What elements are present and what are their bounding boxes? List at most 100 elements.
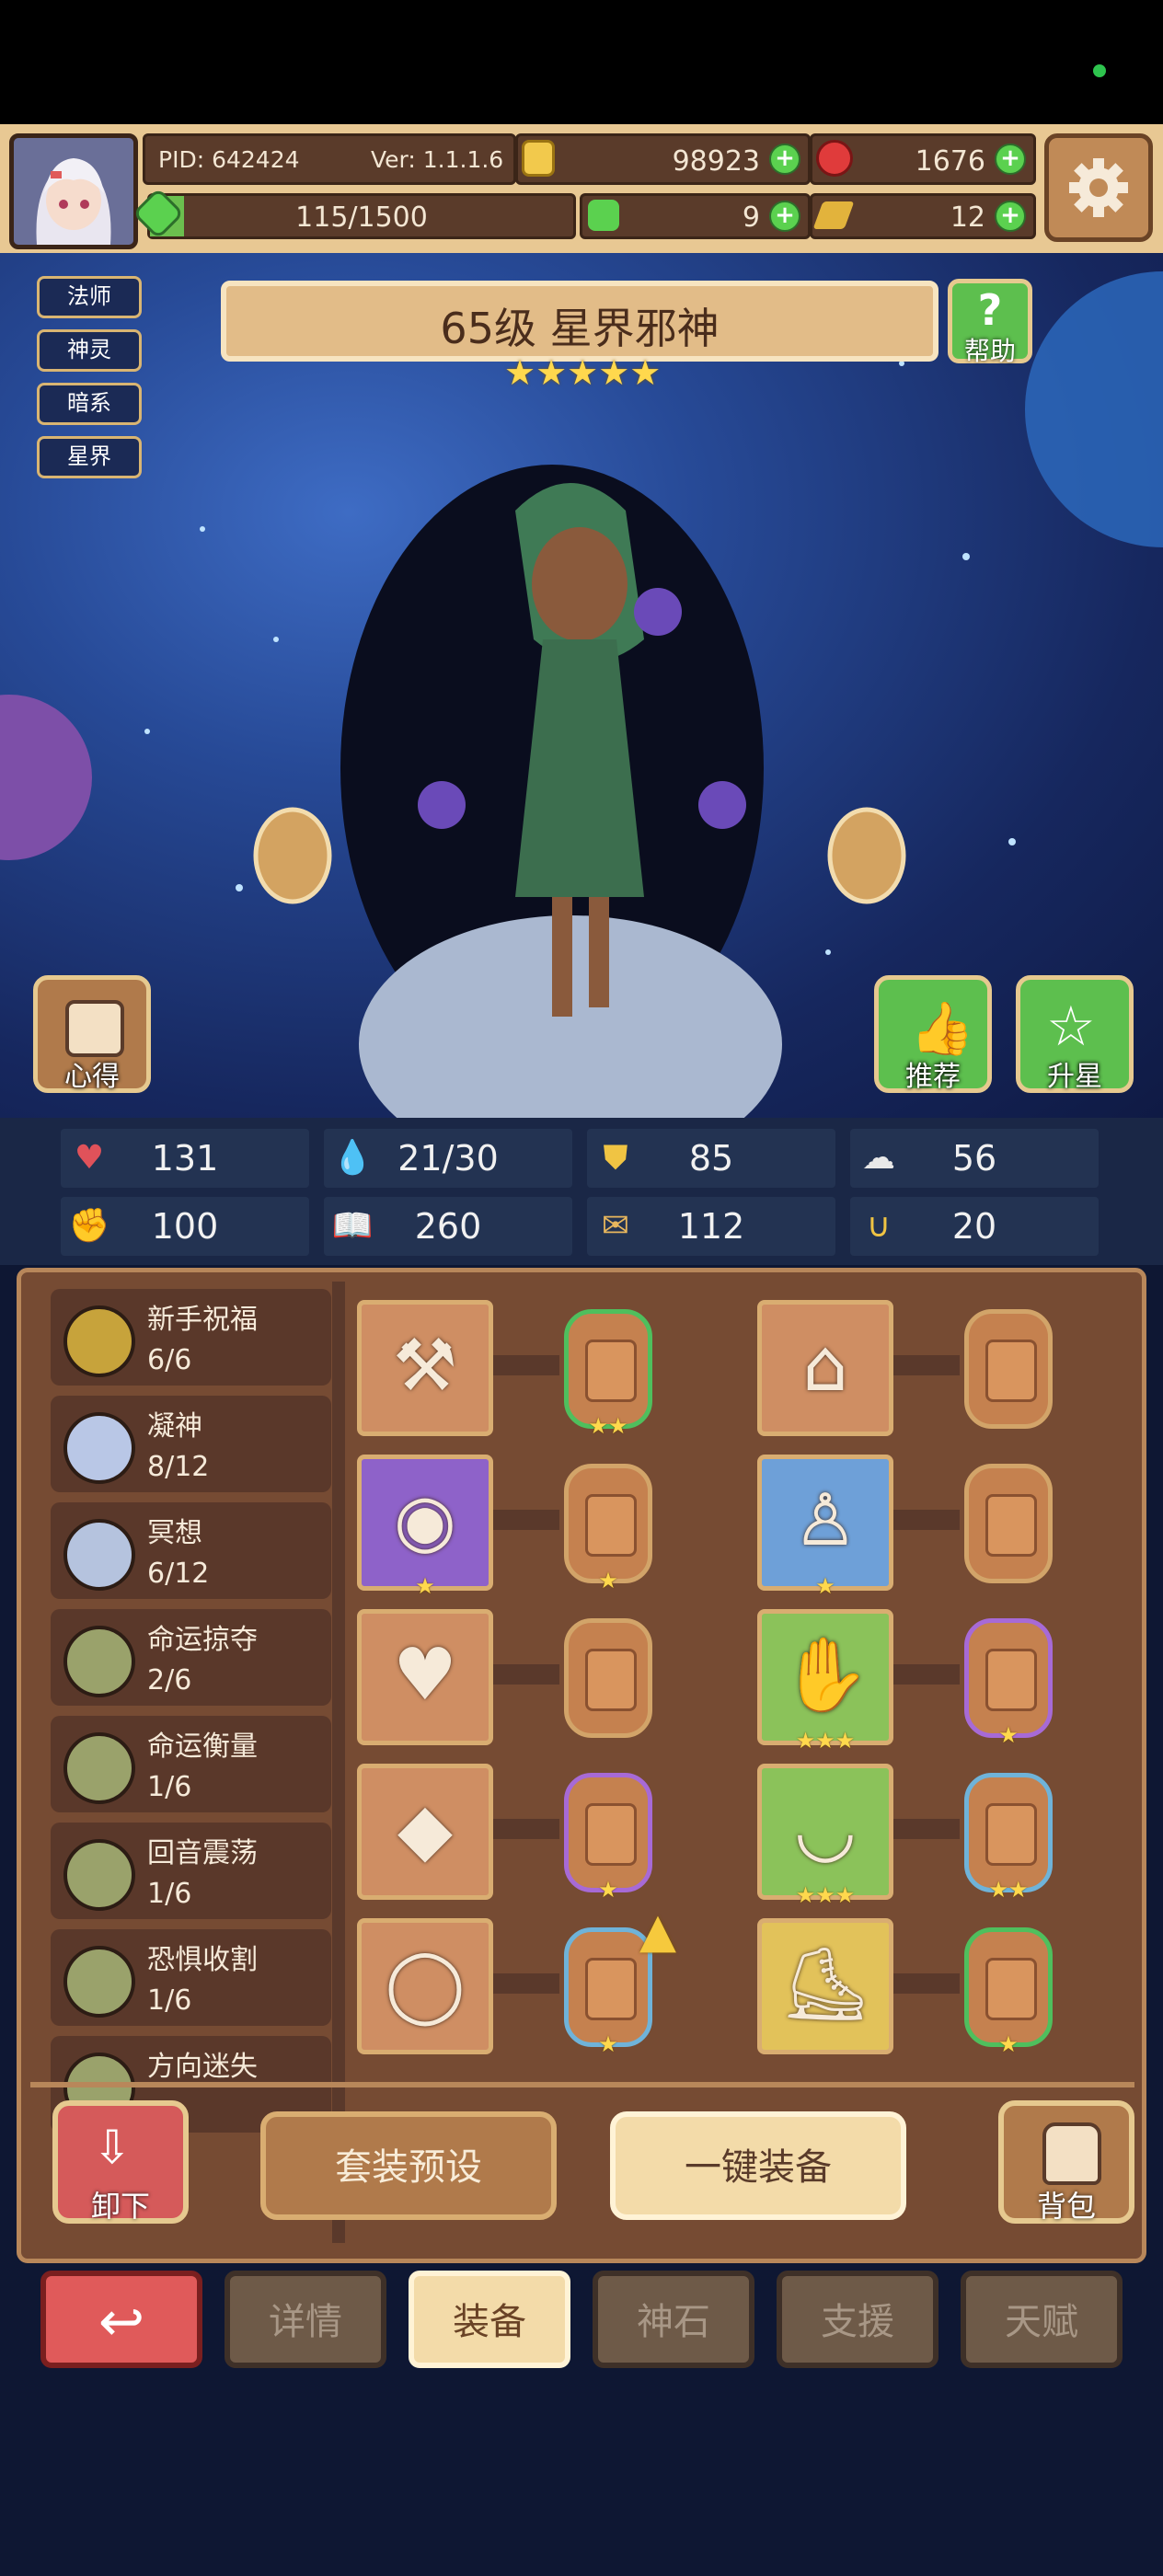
rune-stars: ★ bbox=[998, 1722, 1019, 1748]
equipment-slot-left-1[interactable]: ⚒ bbox=[357, 1300, 493, 1436]
scroll-icon: ✉ bbox=[601, 1207, 630, 1245]
add-gems-button[interactable]: + bbox=[995, 144, 1026, 175]
star-up-icon: ☆ bbox=[1046, 995, 1096, 1059]
rune-slot-left-3[interactable] bbox=[564, 1618, 652, 1738]
avatar[interactable] bbox=[9, 133, 138, 249]
set-name: 冥想 bbox=[147, 1517, 202, 1549]
gold-amount: 98923 bbox=[672, 145, 760, 178]
rune-slot-right-1[interactable] bbox=[964, 1309, 1053, 1429]
rune-stone-icon bbox=[585, 1494, 637, 1557]
top-header: PID: 642424 Ver: 1.1.1.6 98923 + 1676 + … bbox=[0, 124, 1163, 257]
equipment-slot-left-4[interactable]: ◆ bbox=[357, 1764, 493, 1900]
stat-value: 131 bbox=[151, 1138, 219, 1179]
equipment-slot-left-3[interactable]: ♥ bbox=[357, 1609, 493, 1745]
rune-slot-right-5[interactable]: ★ bbox=[964, 1927, 1053, 2057]
help-button[interactable]: ? 帮助 bbox=[948, 279, 1032, 366]
slot-connector bbox=[486, 1355, 559, 1375]
set-bonus-item[interactable]: 新手祝福 6/6 bbox=[51, 1289, 331, 1386]
equipment-slot-right-2[interactable]: ♙ ★ bbox=[757, 1455, 893, 1599]
stat-value: 20 bbox=[951, 1206, 997, 1247]
insight-button[interactable]: 心得 bbox=[33, 975, 151, 1093]
hood-icon: ⌂ bbox=[802, 1325, 848, 1408]
slot-connector bbox=[486, 1664, 559, 1685]
rune-stone-icon bbox=[585, 1958, 637, 2020]
white-dress-icon: ♙ bbox=[793, 1479, 858, 1562]
set-emblem-icon bbox=[63, 1839, 135, 1911]
set-emblem-icon bbox=[63, 1305, 135, 1377]
set-name: 恐惧收割 bbox=[147, 1944, 258, 1976]
gold-coin-icon bbox=[522, 140, 555, 177]
rune-stars: ★★ bbox=[588, 1413, 628, 1439]
set-preset-button[interactable]: 套装预设 bbox=[260, 2111, 557, 2220]
settings-button[interactable] bbox=[1044, 133, 1153, 242]
slot-connector bbox=[886, 1510, 960, 1530]
back-button[interactable]: ↩ bbox=[40, 2271, 202, 2368]
add-clover-button[interactable]: + bbox=[769, 201, 800, 232]
horseshoe-icon: ∪ bbox=[866, 1207, 892, 1245]
set-name: 新手祝福 bbox=[147, 1304, 258, 1336]
status-bar bbox=[0, 0, 1163, 124]
version-label: Ver: 1.1.1.6 bbox=[371, 146, 504, 173]
set-name: 方向迷失 bbox=[147, 2051, 258, 2083]
rune-slot-left-1[interactable]: ★★ bbox=[564, 1309, 652, 1439]
tab-3[interactable]: 神石 bbox=[593, 2271, 754, 2368]
add-gold-button[interactable]: + bbox=[769, 144, 800, 175]
key-icon bbox=[812, 201, 855, 229]
hero-star-rating: ★★★★★ bbox=[504, 352, 662, 393]
gold-box: 98923 + bbox=[515, 133, 811, 185]
set-bonus-item[interactable]: 凝神 8/12 bbox=[51, 1396, 331, 1492]
heart-amulet-icon: ♥ bbox=[393, 1634, 457, 1717]
tag-race[interactable]: 神灵 bbox=[37, 329, 142, 372]
clover-amount: 9 bbox=[742, 201, 760, 234]
upgrade-arrow-icon[interactable]: ▲ bbox=[639, 1903, 676, 1959]
rune-slot-right-4[interactable]: ★★ bbox=[964, 1773, 1053, 1903]
rune-stars: ★★ bbox=[988, 1877, 1029, 1903]
question-icon: ? bbox=[977, 285, 1003, 335]
equipment-slot-right-3[interactable]: ✋ ★★★ bbox=[757, 1609, 893, 1754]
unequip-button[interactable]: ⇩ 卸下 bbox=[52, 2100, 189, 2224]
set-bonus-item[interactable]: 回音震荡 1/6 bbox=[51, 1823, 331, 1919]
hero-title: 65级 星界邪神 bbox=[440, 304, 720, 353]
stat-spellbook: 📖 260 bbox=[324, 1197, 572, 1256]
rune-slot-left-4[interactable]: ★ bbox=[564, 1773, 652, 1903]
set-bonus-item[interactable]: 恐惧收割 1/6 bbox=[51, 1929, 331, 2026]
belt-icon: ◡ bbox=[793, 1788, 858, 1871]
rune-slot-right-2[interactable] bbox=[964, 1464, 1053, 1583]
status-indicator-dot bbox=[1093, 64, 1106, 77]
tab-4[interactable]: 支援 bbox=[777, 2271, 938, 2368]
gem-amount: 1676 bbox=[915, 145, 985, 178]
tag-realm[interactable]: 星界 bbox=[37, 436, 142, 478]
rune-stars: ★ bbox=[598, 1568, 618, 1593]
item-stars: ★★★ bbox=[795, 1728, 856, 1754]
set-bonus-item[interactable]: 冥想 6/12 bbox=[51, 1502, 331, 1599]
add-key-button[interactable]: + bbox=[995, 201, 1026, 232]
tag-element[interactable]: 暗系 bbox=[37, 383, 142, 425]
rune-slot-right-3[interactable]: ★ bbox=[964, 1618, 1053, 1748]
gem-box: 1676 + bbox=[810, 133, 1036, 185]
equipment-slot-left-5[interactable]: ◯ bbox=[357, 1918, 493, 2054]
set-emblem-icon bbox=[63, 1626, 135, 1697]
bag-button[interactable]: 背包 bbox=[998, 2100, 1134, 2224]
set-bonus-item[interactable]: 命运衡量 1/6 bbox=[51, 1716, 331, 1812]
rune-slot-left-2[interactable]: ★ bbox=[564, 1464, 652, 1593]
recommend-button[interactable]: 👍 推荐 bbox=[874, 975, 992, 1093]
auto-equip-button[interactable]: 一键装备 bbox=[610, 2111, 906, 2220]
stat-horseshoe: ∪ 20 bbox=[850, 1197, 1099, 1256]
stat-shield: ⛊ 85 bbox=[587, 1129, 835, 1188]
tab-5[interactable]: 天赋 bbox=[961, 2271, 1123, 2368]
tag-class[interactable]: 法师 bbox=[37, 276, 142, 318]
rune-stone-icon bbox=[585, 1649, 637, 1711]
equipment-slot-right-1[interactable]: ⌂ bbox=[757, 1300, 893, 1436]
equipment-slot-right-5[interactable]: ⛸ bbox=[757, 1918, 893, 2054]
equipment-slot-right-4[interactable]: ◡ ★★★ bbox=[757, 1764, 893, 1908]
hero-scene: 法师 神灵 暗系 星界 65级 星界邪神 ★★★★★ ? 帮助 心得 👍 推荐 … bbox=[0, 253, 1163, 1118]
recommend-label: 推荐 bbox=[905, 1061, 961, 1093]
tab-2[interactable]: 装备 bbox=[409, 2271, 570, 2368]
rune-stone-icon bbox=[985, 1649, 1037, 1711]
upgrade-star-button[interactable]: ☆ 升星 bbox=[1016, 975, 1134, 1093]
equipment-slot-left-2[interactable]: ◉ ★ bbox=[357, 1455, 493, 1599]
rune-stars: ★ bbox=[998, 2031, 1019, 2057]
tab-1[interactable]: 详情 bbox=[225, 2271, 386, 2368]
set-bonus-item[interactable]: 命运掠夺 2/6 bbox=[51, 1609, 331, 1706]
item-stars: ★ bbox=[415, 1573, 435, 1599]
